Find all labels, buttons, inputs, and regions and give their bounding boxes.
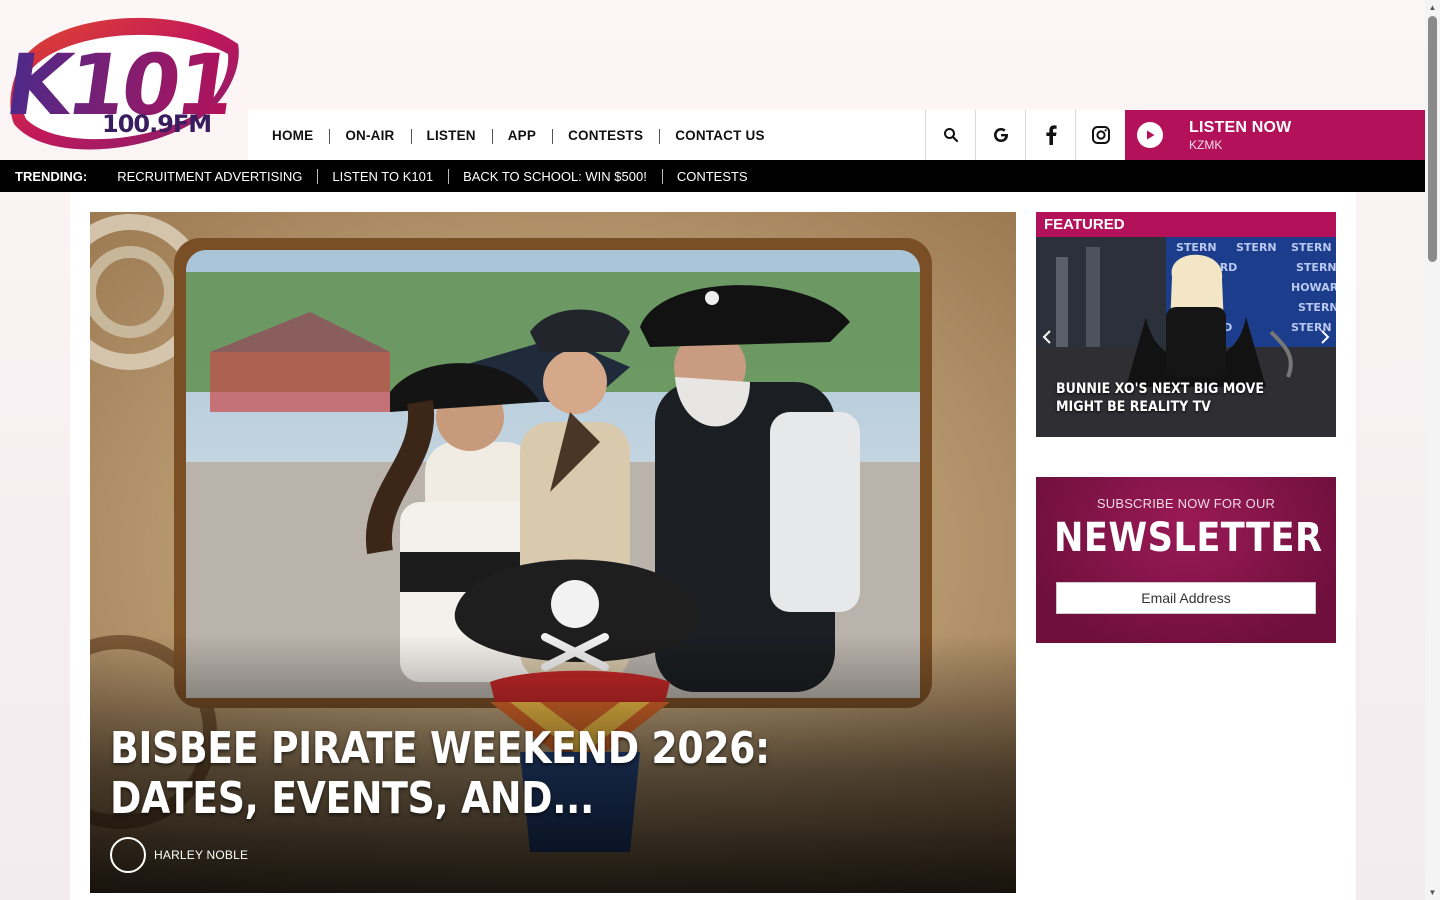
backdrop-word: STERN: [1298, 301, 1336, 314]
search-icon: [943, 128, 958, 143]
featured-widget: FEATURED STERN STERN STERN HOWARD STERN …: [1036, 212, 1336, 437]
nav-home[interactable]: HOME: [256, 128, 329, 143]
trending-item-back-to-school[interactable]: BACK TO SCHOOL: WIN $500!: [448, 168, 662, 184]
featured-header: FEATURED: [1036, 212, 1336, 237]
scroll-thumb[interactable]: [1428, 16, 1437, 262]
page-scrollbar[interactable]: ▲ ▼: [1425, 0, 1440, 900]
nav-app[interactable]: APP: [491, 128, 552, 144]
author-name: HARLEY NOBLE: [154, 848, 249, 862]
backdrop-word: STERN: [1236, 241, 1277, 254]
main-nav: HOME ON-AIR LISTEN APP CONTESTS CONTACT …: [248, 110, 1425, 160]
backdrop-word: STERN: [1291, 241, 1332, 254]
google-button[interactable]: [975, 110, 1025, 160]
newsletter-signup: SUBSCRIBE NOW FOR OUR NEWSLETTER: [1036, 477, 1336, 643]
chevron-right-icon: [1321, 330, 1330, 344]
search-button[interactable]: [925, 110, 975, 160]
email-field[interactable]: [1056, 582, 1316, 614]
listen-now-label: LISTEN NOW: [1189, 118, 1292, 136]
station-logo[interactable]: K101 100.9FM: [0, 4, 242, 156]
hero-title[interactable]: BISBEE PIRATE WEEKEND 2026: DATES, EVENT…: [110, 724, 867, 824]
carousel-next-button[interactable]: [1314, 322, 1336, 352]
instagram-button[interactable]: [1075, 110, 1125, 160]
play-icon: [1137, 122, 1163, 148]
nav-on-air[interactable]: ON-AIR: [329, 128, 410, 144]
logo-graphic: K101 100.9FM: [0, 17, 239, 150]
carousel-prev-button[interactable]: [1036, 322, 1058, 352]
nav-contests[interactable]: CONTESTS: [552, 128, 659, 144]
scroll-up-arrow-icon[interactable]: ▲: [1425, 0, 1440, 15]
trending-label: TRENDING:: [15, 168, 88, 184]
trending-bar: TRENDING: RECRUITMENT ADVERTISING LISTEN…: [0, 160, 1425, 192]
station-callsign: KZMK: [1189, 137, 1223, 152]
instagram-icon: [1091, 126, 1110, 144]
nav-listen[interactable]: LISTEN: [410, 128, 492, 144]
backdrop-word: HOWARD: [1291, 281, 1336, 294]
backdrop-word: STERN: [1176, 241, 1217, 254]
trending-item-recruitment[interactable]: RECRUITMENT ADVERTISING: [102, 169, 317, 184]
featured-caption[interactable]: BUNNIE XO'S NEXT BIG MOVE MIGHT BE REALI…: [1056, 380, 1290, 416]
hero-article[interactable]: BISBEE PIRATE WEEKEND 2026: DATES, EVENT…: [90, 212, 1016, 893]
backdrop-word: STERN: [1296, 261, 1336, 274]
nav-contact-us[interactable]: CONTACT US: [659, 128, 781, 144]
chevron-left-icon: [1042, 330, 1051, 344]
author-avatar: [110, 837, 146, 873]
google-icon: [993, 128, 1008, 142]
newsletter-subtitle: SUBSCRIBE NOW FOR OUR: [1096, 496, 1276, 511]
facebook-icon: [1045, 125, 1057, 145]
newsletter-title: NEWSLETTER: [1054, 515, 1323, 561]
facebook-button[interactable]: [1025, 110, 1075, 160]
hero-author[interactable]: HARLEY NOBLE: [110, 837, 248, 873]
scroll-down-arrow-icon[interactable]: ▼: [1425, 885, 1440, 900]
trending-item-listen[interactable]: LISTEN TO K101: [317, 168, 448, 184]
trending-item-contests[interactable]: CONTESTS: [661, 168, 763, 184]
logo-frequency: 100.9FM: [102, 110, 211, 138]
listen-now-button[interactable]: LISTEN NOW KZMK: [1125, 110, 1425, 160]
